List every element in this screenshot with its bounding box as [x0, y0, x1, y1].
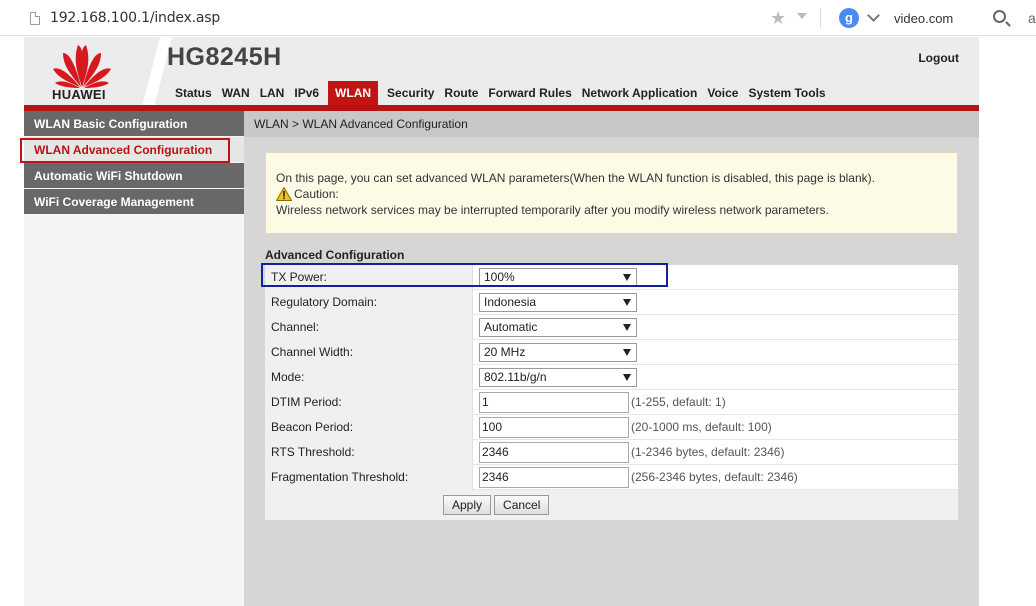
sidebar-item-wlan-advanced[interactable]: WLAN Advanced Configuration: [20, 137, 244, 163]
sidebar: WLAN Basic Configuration WLAN Advanced C…: [20, 111, 244, 606]
select-value: Automatic: [484, 319, 538, 334]
field-label: Fragmentation Threshold:: [265, 464, 473, 490]
advanced-config-table: TX Power: 100% Regulatory Domain: Indone…: [261, 263, 958, 520]
field-label: RTS Threshold:: [265, 439, 473, 465]
mode-select[interactable]: 802.11b/g/n: [479, 367, 637, 387]
section-title: Advanced Configuration: [265, 248, 405, 262]
tab-voice[interactable]: Voice: [702, 81, 743, 105]
caution-line: Caution:: [276, 186, 947, 202]
row-mode: Mode: 802.11b/g/n: [265, 364, 958, 390]
row-channel-width: Channel Width: 20 MHz: [265, 339, 958, 365]
router-page: HUAWEI HG8245H Logout Status WAN LAN IPv…: [20, 37, 979, 606]
field-hint: (20-1000 ms, default: 100): [631, 420, 772, 434]
apply-button[interactable]: Apply: [443, 495, 492, 515]
select-value: 20 MHz: [484, 344, 526, 359]
dropdown-arrow-icon: [623, 348, 631, 356]
main-tabs: Status WAN LAN IPv6 WLAN Security Route …: [170, 81, 831, 105]
button-row: Apply Cancel: [265, 490, 958, 520]
caution-text: Wireless network services may be interru…: [276, 203, 829, 217]
tab-wlan[interactable]: WLAN: [328, 81, 379, 105]
dropdown-arrow-icon: [623, 298, 631, 306]
tab-security[interactable]: Security: [382, 81, 439, 105]
browser-toolbar: 192.168.100.1/index.asp ★ g video.com a: [0, 0, 1036, 36]
sidebar-item-wifi-coverage[interactable]: WiFi Coverage Management: [24, 189, 244, 215]
toolbar-extra: a: [1028, 10, 1036, 26]
tab-ipv6[interactable]: IPv6: [289, 81, 324, 105]
main-content: WLAN > WLAN Advanced Configuration On th…: [244, 111, 979, 606]
field-hint: (1-255, default: 1): [631, 395, 726, 409]
logout-link[interactable]: Logout: [918, 51, 959, 65]
select-value: 802.11b/g/n: [484, 369, 547, 384]
regulatory-domain-select[interactable]: Indonesia: [479, 292, 637, 312]
bookmark-dropdown-icon[interactable]: [797, 13, 807, 19]
tab-status[interactable]: Status: [170, 81, 217, 105]
info-notice: On this page, you can set advanced WLAN …: [265, 152, 958, 234]
huawei-logo-icon: [53, 45, 111, 88]
sidebar-item-wifi-shutdown[interactable]: Automatic WiFi Shutdown: [24, 163, 244, 189]
select-value: Indonesia: [484, 294, 537, 309]
tab-lan[interactable]: LAN: [255, 81, 290, 105]
cancel-button[interactable]: Cancel: [494, 495, 550, 515]
dropdown-arrow-icon: [623, 373, 631, 381]
search-icon[interactable]: [993, 10, 1006, 23]
fragmentation-threshold-input[interactable]: 2346: [479, 466, 629, 488]
field-hint: (1-2346 bytes, default: 2346): [631, 445, 785, 459]
tab-forward-rules[interactable]: Forward Rules: [483, 81, 576, 105]
dtim-period-input[interactable]: 1: [479, 391, 629, 413]
logo: HUAWEI: [24, 37, 154, 107]
search-engine-name[interactable]: video.com: [894, 11, 953, 26]
caution-label: Caution:: [294, 187, 339, 201]
brand-name: HUAWEI: [52, 87, 106, 102]
row-dtim-period: DTIM Period: 1 (1-255, default: 1): [265, 389, 958, 415]
annotation-highlight-red: [20, 138, 230, 163]
field-label: Mode:: [265, 364, 473, 390]
tab-system-tools[interactable]: System Tools: [743, 81, 830, 105]
annotation-highlight-blue: [261, 263, 668, 287]
field-label: Channel:: [265, 314, 473, 340]
breadcrumb: WLAN > WLAN Advanced Configuration: [244, 111, 979, 137]
bookmark-star-icon[interactable]: ★: [770, 8, 786, 29]
row-tx-power: TX Power: 100%: [261, 263, 958, 290]
tab-network-application[interactable]: Network Application: [577, 81, 703, 105]
page-icon: [30, 12, 40, 25]
field-label: Beacon Period:: [265, 414, 473, 440]
field-hint: (256-2346 bytes, default: 2346): [631, 470, 798, 484]
info-text: On this page, you can set advanced WLAN …: [276, 171, 875, 185]
dropdown-arrow-icon: [623, 323, 631, 331]
tab-wan[interactable]: WAN: [217, 81, 255, 105]
address-bar[interactable]: 192.168.100.1/index.asp: [50, 10, 220, 26]
row-regulatory-domain: Regulatory Domain: Indonesia: [265, 289, 958, 315]
field-label: DTIM Period:: [265, 389, 473, 415]
toolbar-divider: [820, 8, 821, 28]
search-engine-icon[interactable]: g: [839, 8, 859, 28]
rts-threshold-input[interactable]: 2346: [479, 441, 629, 463]
row-beacon-period: Beacon Period: 100 (20-1000 ms, default:…: [265, 414, 958, 440]
row-fragmentation-threshold: Fragmentation Threshold: 2346 (256-2346 …: [265, 464, 958, 490]
chevron-down-icon[interactable]: [867, 9, 880, 22]
beacon-period-input[interactable]: 100: [479, 416, 629, 438]
router-header: HUAWEI HG8245H Logout Status WAN LAN IPv…: [24, 37, 979, 107]
device-model: HG8245H: [167, 43, 282, 71]
row-rts-threshold: RTS Threshold: 2346 (1-2346 bytes, defau…: [265, 439, 958, 465]
channel-select[interactable]: Automatic: [479, 317, 637, 337]
row-channel: Channel: Automatic: [265, 314, 958, 340]
field-label: Channel Width:: [265, 339, 473, 365]
warning-icon: [276, 187, 292, 201]
sidebar-item-wlan-basic[interactable]: WLAN Basic Configuration: [24, 111, 244, 137]
channel-width-select[interactable]: 20 MHz: [479, 342, 637, 362]
field-label: Regulatory Domain:: [265, 289, 473, 315]
tab-route[interactable]: Route: [439, 81, 483, 105]
